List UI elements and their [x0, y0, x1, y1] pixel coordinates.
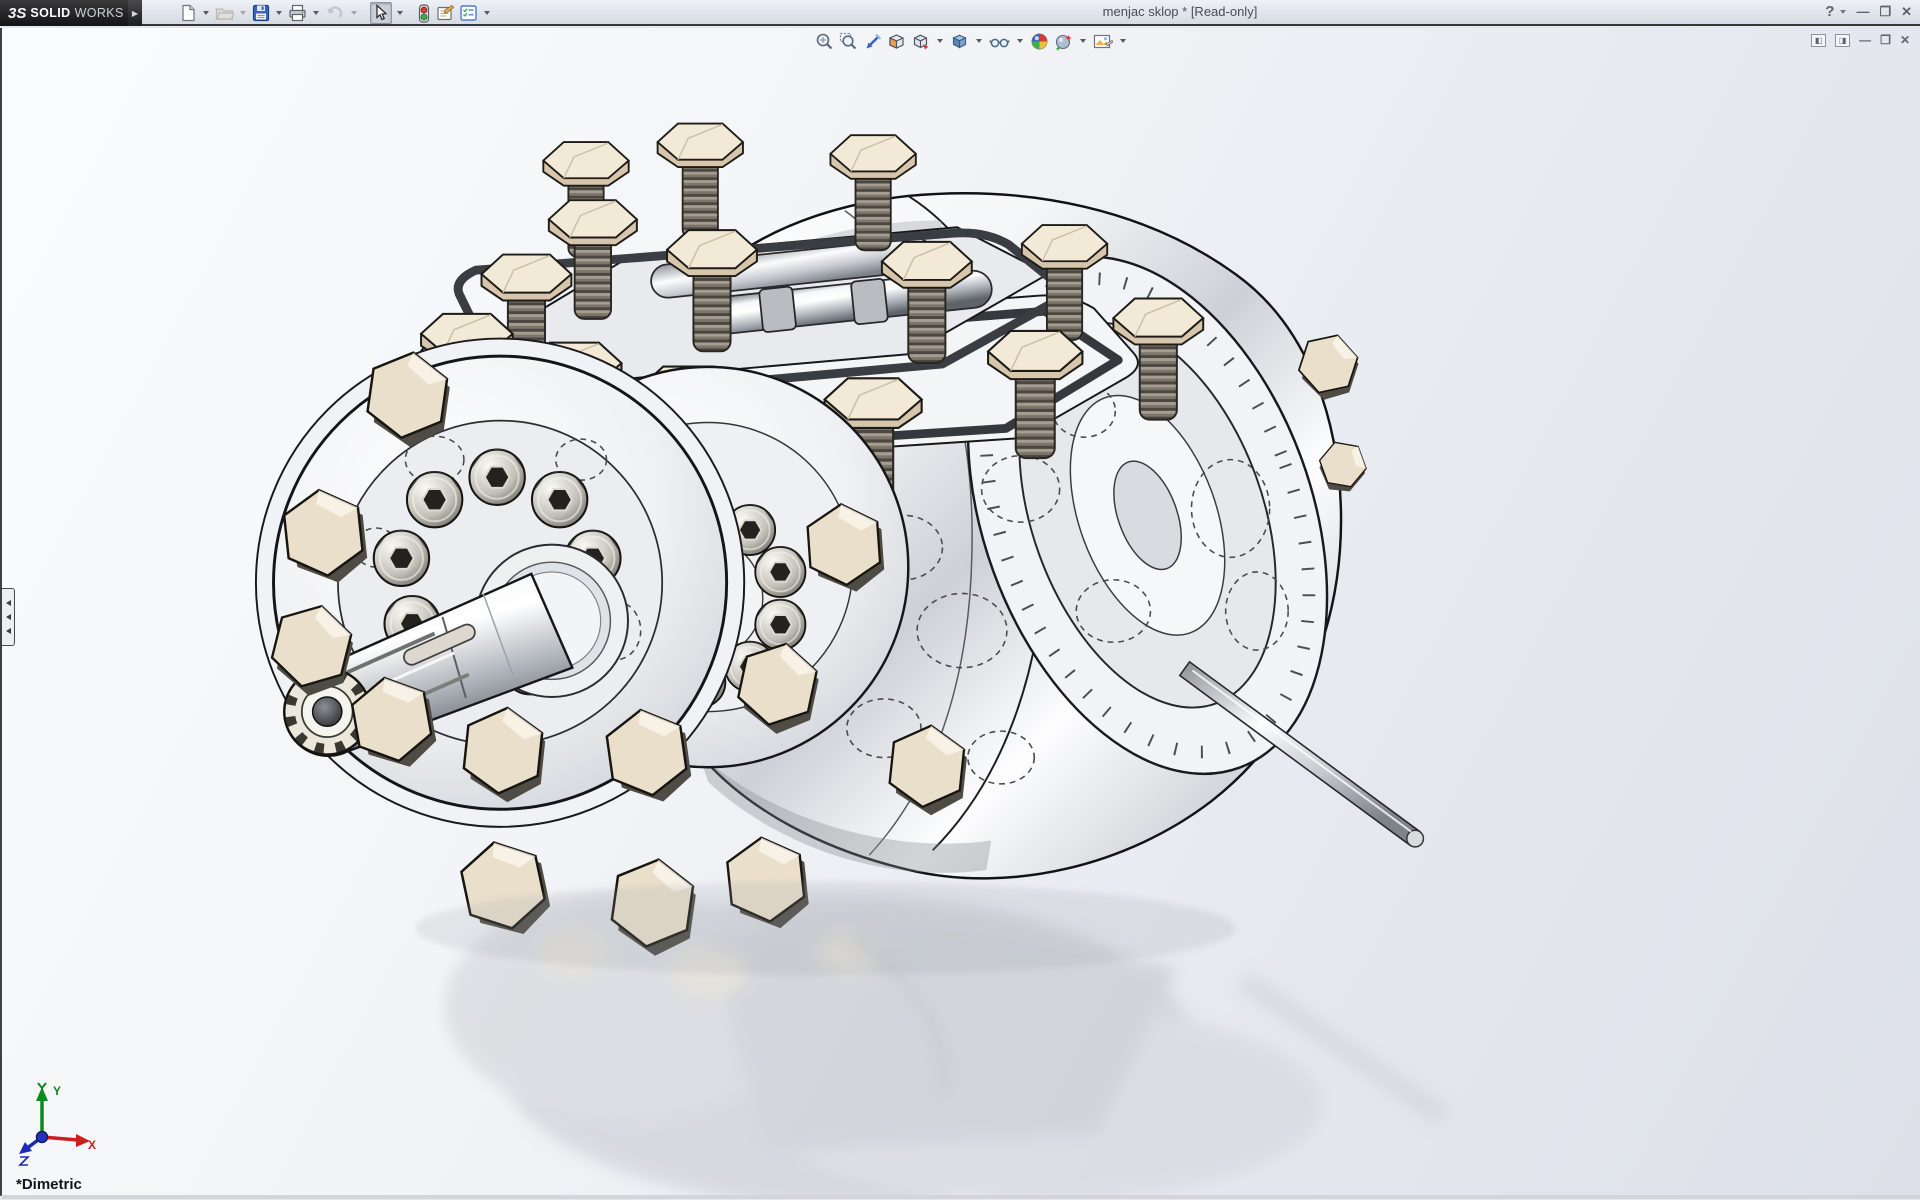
save-floppy-icon — [252, 4, 270, 22]
open-button[interactable] — [214, 2, 235, 24]
menu-expand-arrow-icon[interactable]: ▶ — [128, 0, 142, 26]
options-checklist-icon — [459, 4, 478, 22]
file-properties-button[interactable] — [434, 2, 456, 24]
title-bar: 3S SOLID WORKS ▶ — [0, 0, 1920, 26]
undo-icon — [325, 4, 345, 22]
standard-toolbar — [178, 2, 493, 24]
save-dropdown-caret[interactable] — [276, 11, 282, 15]
save-button[interactable] — [251, 2, 271, 24]
open-dropdown-caret[interactable] — [240, 11, 246, 15]
minimize-button[interactable]: — — [1856, 0, 1869, 24]
triad-x-label: X — [88, 1138, 96, 1152]
model-ground-shadow — [415, 882, 1235, 976]
restore-button[interactable]: ❐ — [1879, 0, 1891, 24]
print-button[interactable] — [287, 2, 308, 24]
close-button[interactable]: ✕ — [1901, 0, 1912, 24]
options-dropdown-caret[interactable] — [484, 11, 490, 15]
file-properties-icon — [435, 4, 455, 22]
select-cursor-icon — [372, 4, 390, 22]
gearbox-assembly-model[interactable] — [2, 28, 1920, 1196]
viewport-bottom-edge — [2, 1195, 1920, 1199]
view-orientation-label: *Dimetric — [16, 1176, 82, 1193]
open-folder-icon — [215, 4, 234, 22]
window-controls: ? — ❐ ✕ — [1825, 0, 1912, 24]
undo-button[interactable] — [324, 2, 346, 24]
undo-dropdown-caret[interactable] — [351, 11, 357, 15]
select-tool-button[interactable] — [370, 2, 392, 24]
print-icon — [288, 4, 307, 22]
help-dropdown-caret[interactable] — [1840, 10, 1846, 14]
rebuild-button[interactable] — [416, 2, 432, 24]
rebuild-traffic-light-icon — [417, 4, 431, 23]
triad-y-label: Y — [53, 1084, 61, 1098]
solidworks-logo: 3S SOLID WORKS — [0, 0, 128, 26]
new-document-icon — [179, 4, 197, 22]
reference-triad[interactable]: Y X — [12, 1081, 98, 1167]
select-dropdown-caret[interactable] — [397, 11, 403, 15]
window-title: menjac sklop * [Read-only] — [1000, 0, 1360, 24]
logo-text-works: WORKS — [75, 6, 124, 20]
new-document-button[interactable] — [178, 2, 198, 24]
help-icon[interactable]: ? — [1825, 0, 1834, 24]
graphics-viewport[interactable]: ◧ ◨ — ❐ ✕ — [0, 28, 1920, 1196]
print-dropdown-caret[interactable] — [313, 11, 319, 15]
dassault-logo-mark: 3S — [8, 5, 26, 22]
options-button[interactable] — [458, 2, 479, 24]
new-dropdown-caret[interactable] — [203, 11, 209, 15]
logo-text-solid: SOLID — [30, 6, 70, 20]
